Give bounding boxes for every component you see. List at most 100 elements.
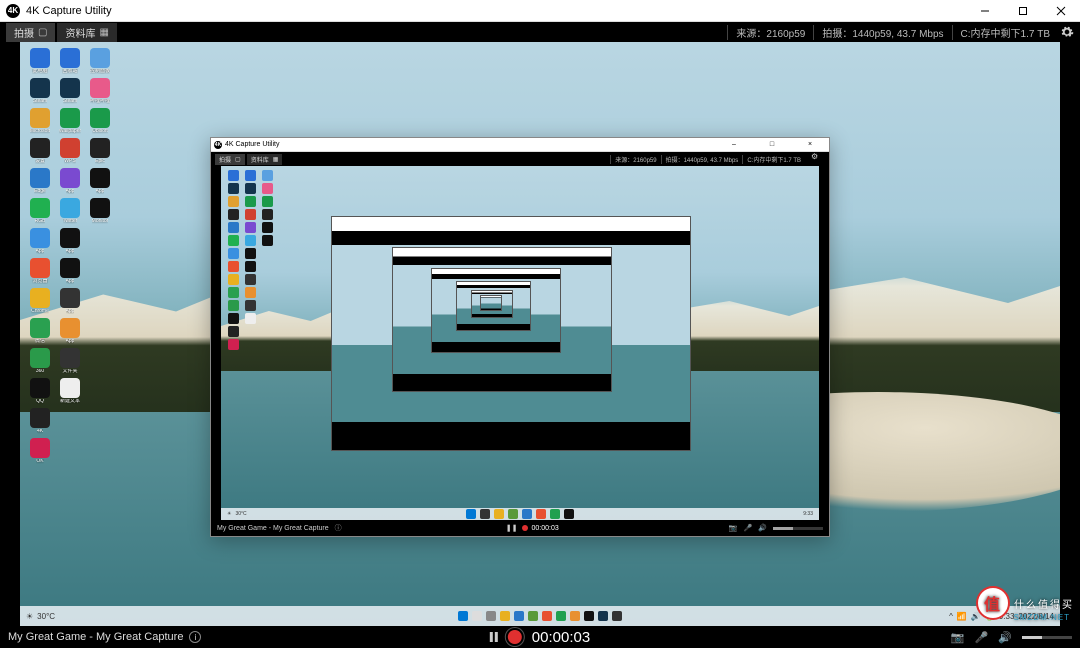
taskbar-weather[interactable]: ☀ 30°C [26,612,55,621]
desktop-icon[interactable] [242,170,258,181]
desktop-icon[interactable]: Ubisoft [86,108,114,134]
desktop-icon[interactable] [259,209,275,220]
desktop-icon[interactable]: Epic [86,138,114,164]
taskbar-taskview-icon[interactable] [486,611,496,621]
desktop-icon[interactable] [225,274,241,285]
desktop-icon[interactable]: 回收站 [56,48,84,74]
taskbar-edge-icon[interactable] [514,611,524,621]
desktop-icon[interactable] [225,313,241,324]
desktop-icon[interactable] [225,222,241,233]
taskbar-app-icon[interactable] [570,611,580,621]
inner-volume-icon[interactable]: 🔊 [758,524,767,532]
inner-snapshot-icon[interactable]: 📷 [729,524,738,532]
tray-wifi-icon[interactable]: 📶 [957,612,967,621]
desktop-icon[interactable] [225,339,241,350]
desktop-icon[interactable]: 4K [26,408,54,434]
minimize-button[interactable] [966,0,1004,22]
desktop-icon[interactable]: Wallpaper [56,108,84,134]
desktop-icon[interactable] [259,235,275,246]
desktop-icon[interactable]: 文件夹 [56,348,84,374]
tab-library[interactable]: 资料库 ▦ [57,23,116,42]
desktop-icon[interactable]: Microsoft [26,108,54,134]
desktop-icon[interactable]: QQ [26,378,54,404]
desktop-icon[interactable] [242,287,258,298]
desktop-icon[interactable]: RGB [26,198,54,224]
desktop-icon[interactable]: App [56,318,84,344]
desktop-icon[interactable]: App [56,168,84,194]
inner-pause-icon[interactable]: ❚❚ [506,524,518,532]
desktop-icon[interactable]: Twitter [56,198,84,224]
inner-mic-icon[interactable]: 🎤 [744,524,753,532]
desktop-icon[interactable] [242,274,258,285]
desktop-icon[interactable] [242,222,258,233]
info-icon[interactable]: i [189,631,201,643]
pause-button[interactable] [490,632,498,642]
desktop-icon[interactable]: App [56,288,84,314]
taskbar-store-icon[interactable] [528,611,538,621]
inner-volume-slider[interactable] [773,527,823,530]
desktop-icon[interactable]: 设置 [26,138,54,164]
inner-info-icon[interactable]: ⓘ [335,523,342,533]
desktop-icon[interactable] [225,183,241,194]
taskbar-wechat-icon[interactable] [556,611,566,621]
snapshot-icon[interactable]: 📷 [951,631,965,644]
desktop-icon[interactable] [242,261,258,272]
desktop-icon[interactable]: OK [26,438,54,464]
taskbar-steam-icon[interactable] [598,611,608,621]
desktop-icon[interactable] [225,170,241,181]
desktop-icon[interactable]: 浏览器 [26,258,54,284]
desktop-icon[interactable] [259,196,275,207]
desktop-icon[interactable] [242,196,258,207]
desktop-icon[interactable] [225,261,241,272]
desktop-icon[interactable]: 360 [26,348,54,374]
desktop-icon[interactable]: 新建文本 [56,378,84,404]
desktop-icon[interactable] [242,248,258,259]
desktop-icon[interactable]: App [86,168,114,194]
inner-record-button[interactable] [522,525,528,531]
desktop-icon[interactable] [242,313,258,324]
volume-icon[interactable]: 🔊 [998,631,1012,644]
desktop-icon[interactable]: Chrome [26,288,54,314]
desktop-icon[interactable] [225,235,241,246]
desktop-icon[interactable]: Monitor [86,198,114,224]
taskbar-app2-icon[interactable] [584,611,594,621]
desktop-icon[interactable]: WPS [56,138,84,164]
desktop-icon[interactable] [259,222,275,233]
desktop-icon[interactable] [225,326,241,337]
desktop-icon[interactable]: App [56,228,84,254]
taskbar-app3-icon[interactable] [612,611,622,621]
desktop-icon[interactable] [242,235,258,246]
record-button[interactable] [508,630,522,644]
desktop-icon[interactable] [242,300,258,311]
desktop-icon[interactable]: App [56,258,84,284]
desktop-icon[interactable] [242,209,258,220]
desktop-icon[interactable]: App [26,228,54,254]
desktop-icon[interactable] [225,248,241,259]
desktop-icon[interactable]: Steam [56,78,84,104]
mic-icon[interactable]: 🎤 [975,631,989,644]
close-button[interactable] [1042,0,1080,22]
taskbar-search-icon[interactable] [472,611,482,621]
desktop-icon[interactable] [259,170,275,181]
taskbar-start-icon[interactable] [458,611,468,621]
tab-capture[interactable]: 拍摄 ▢ [6,23,55,42]
desktop-icon[interactable] [225,287,241,298]
maximize-button[interactable] [1004,0,1042,22]
desktop-icon[interactable]: 控制面板 [86,48,114,74]
desktop-icon[interactable] [225,300,241,311]
desktop-icon[interactable] [225,209,241,220]
desktop-icon[interactable]: Edge [26,168,54,194]
volume-slider[interactable] [1022,636,1072,639]
desktop-icon[interactable]: 哔哩哔哩 [86,78,114,104]
taskbar-chrome-icon[interactable] [542,611,552,621]
desktop-icon[interactable] [225,196,241,207]
inner-tab-capture[interactable]: 拍摄 ▢ [215,154,245,165]
settings-icon[interactable] [1060,25,1074,39]
inner-settings-icon[interactable]: ⚙ [811,152,825,166]
taskbar-explorer-icon[interactable] [500,611,510,621]
desktop-icon[interactable] [259,183,275,194]
desktop-icon[interactable] [242,183,258,194]
desktop-icon[interactable]: 微信 [26,318,54,344]
desktop-icon[interactable]: Steam [26,78,54,104]
desktop-icon[interactable]: 此电脑 [26,48,54,74]
